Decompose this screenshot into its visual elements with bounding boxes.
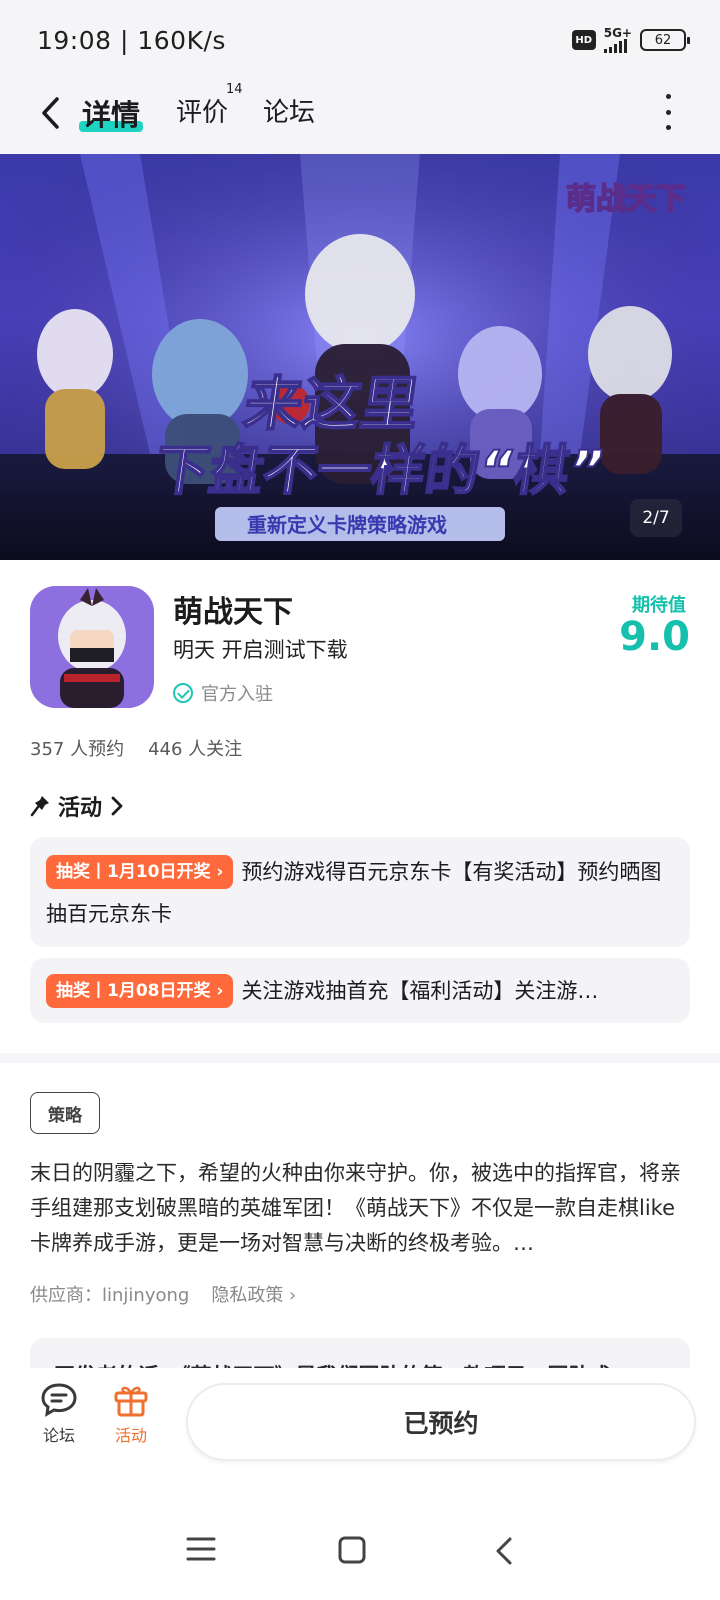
tab-review[interactable]: 评价 14 [176,82,243,129]
reservation-count: 357 人预约 [30,739,125,760]
activity-card[interactable]: 抽奖丨1月10日开奖 › 预约游戏得百元京东卡【有奖活动】预约晒图抽百元京东卡 [30,837,690,947]
back-nav-icon[interactable] [494,1536,514,1566]
more-dot [665,125,671,130]
banner-logo: 萌战天下 [566,183,686,216]
official-badge: 官方入驻 [173,680,273,706]
section-divider [0,1053,720,1063]
tab-forum-label: 论坛 [263,98,316,128]
lottery-badge: 抽奖丨1月08日开奖 › [46,974,234,1008]
activity-button[interactable]: 活动 [99,1382,163,1446]
game-description[interactable]: 末日的阴霾之下，希望的火种由你来守护。你，被选中的指挥官，将亲手组建那支划破黑暗… [30,1156,690,1261]
hd-icon: HD [571,30,596,50]
tab-forum[interactable]: 论坛 [263,92,315,129]
follower-count: 446 人关注 [148,739,243,760]
activity-text: 关注游戏抽首充【福利活动】关注游… [241,979,599,1003]
top-nav-bar: 详情 评价 14 论坛 [0,82,720,154]
app-icon [30,586,154,708]
banner-artwork: 萌战天下 来这里 下盘不一样的“棋” 重新定义卡牌策略游戏 [0,154,720,560]
expectation-score: 9.0 [619,614,690,660]
official-label: 官方入驻 [201,684,273,705]
activity-header[interactable]: 活动 [30,790,124,822]
forum-label: 论坛 [42,1426,75,1445]
chevron-left-icon [42,97,59,129]
more-options-button[interactable] [662,94,674,130]
vendor-row: 供应商：linjinyong 隐私政策 › [30,1281,296,1307]
activity-label: 活动 [114,1426,147,1445]
tab-detail-label: 详情 [82,98,141,132]
chat-bubble-icon [41,1383,77,1417]
status-bar: 19:08 | 160K/s HD 5G+ 62 [0,0,720,84]
chevron-right-icon [111,796,123,816]
app-icon-art [30,586,154,708]
tab-review-label: 评价 [176,98,229,128]
menu-icon[interactable] [186,1536,216,1562]
home-icon[interactable] [338,1536,366,1564]
back-button[interactable] [32,93,68,133]
system-navigation-bar [0,1478,720,1600]
activity-title: 活动 [58,796,103,821]
lottery-badge: 抽奖丨1月10日开奖 › [46,855,234,889]
app-subtitle: 明天 开启测试下载 [173,638,348,662]
signal-icon: 5G+ [603,26,632,53]
gift-icon [114,1386,148,1417]
screenshot-carousel[interactable]: 萌战天下 来这里 下盘不一样的“棋” 重新定义卡牌策略游戏 2/7 [0,154,720,560]
status-time: 19:08 | 160K/s [37,26,226,55]
activity-card[interactable]: 抽奖丨1月08日开奖 › 关注游戏抽首充【福利活动】关注游… [30,958,690,1023]
tab-detail[interactable]: 详情 [79,92,144,134]
reserved-button[interactable]: 已预约 [186,1383,696,1461]
battery-icon: 62 [640,29,690,51]
check-circle-icon [173,683,193,703]
banner-headline-1: 来这里 [240,370,423,438]
battery-level: 62 [654,32,672,48]
banner-tagline: 重新定义卡牌策略游戏 [247,513,447,537]
banner-headline-2: 下盘不一样的“棋” [151,439,609,502]
forum-button[interactable]: 论坛 [27,1382,91,1446]
more-dot [665,109,671,115]
vendor-label: 供应商：linjinyong [30,1285,190,1306]
app-name: 萌战天下 [173,595,293,630]
network-type: 5G+ [603,26,632,40]
carousel-page-indicator: 2/7 [630,499,682,537]
genre-tag[interactable]: 策略 [30,1092,100,1134]
more-dot [665,94,671,99]
app-stats: 357 人预约 446 人关注 [30,735,242,761]
pin-icon [30,796,49,817]
privacy-policy-link[interactable]: 隐私政策 › [211,1281,296,1307]
bottom-action-bar: 论坛 活动 已预约 [0,1368,720,1478]
status-icons: HD 5G+ 62 [571,26,690,53]
review-count-badge: 14 [226,82,243,97]
